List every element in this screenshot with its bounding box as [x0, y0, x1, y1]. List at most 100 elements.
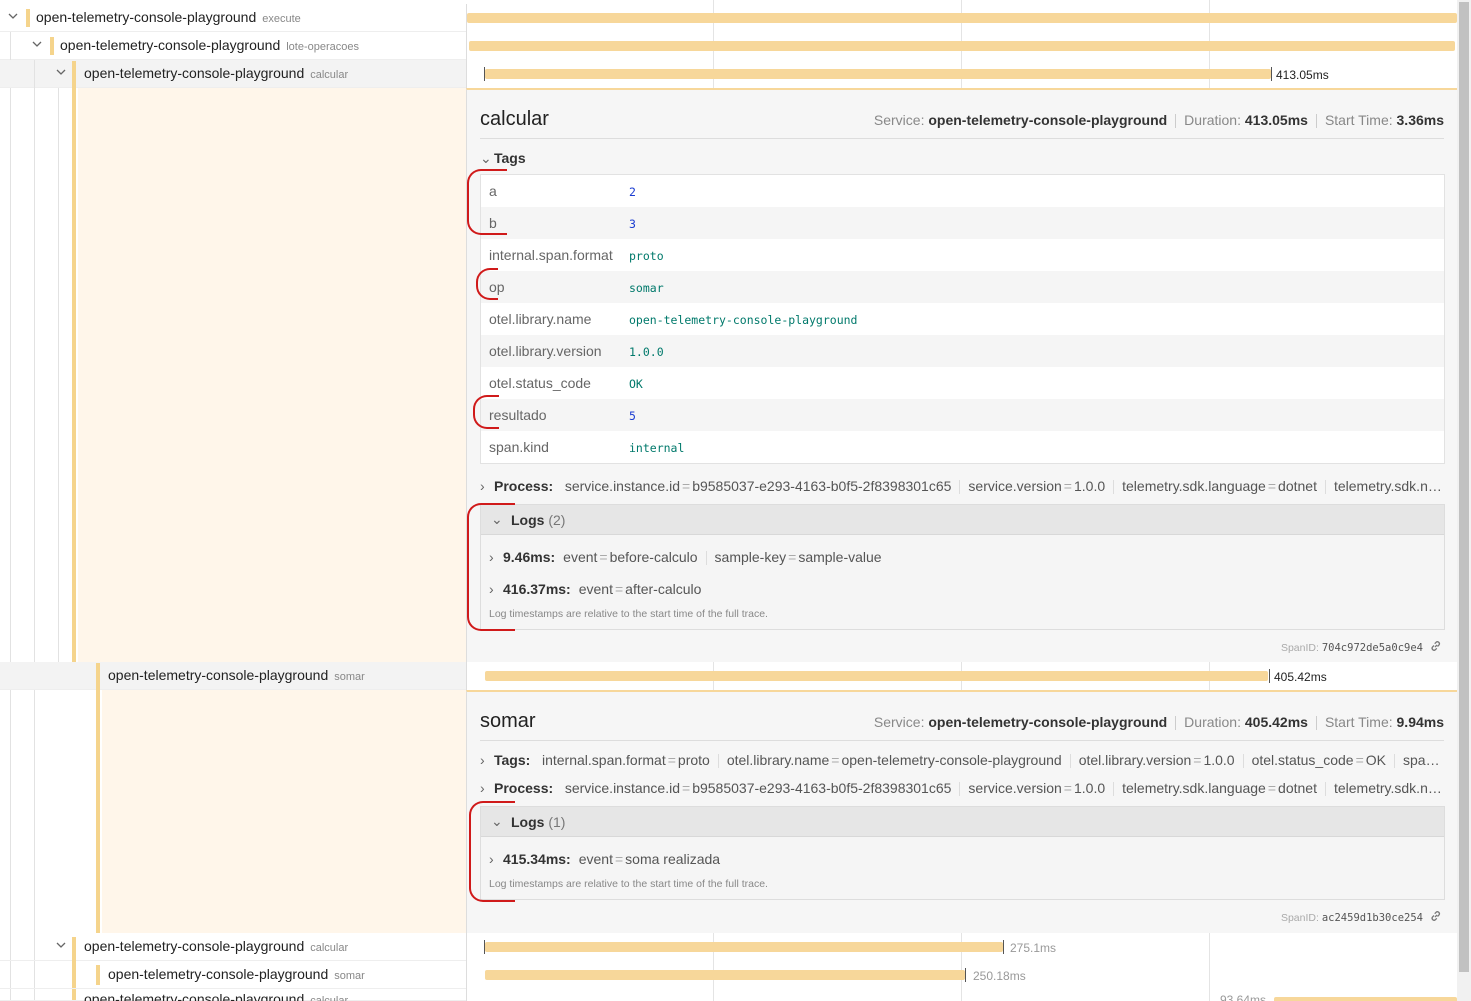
chevron-down-icon[interactable] [53, 66, 69, 82]
span-bar[interactable] [467, 13, 1457, 23]
service-label: Service: [873, 714, 925, 730]
service-color-bar [50, 37, 54, 55]
span-detail-title: somar [480, 710, 536, 732]
tag-value: OK [629, 377, 643, 391]
service-name: open-telemetry-console-playground [108, 667, 329, 683]
logs-count: (1) [548, 814, 566, 830]
operation-name: execute [262, 13, 301, 25]
span-duration: 250.18ms [973, 969, 1026, 983]
operation-name: somar [334, 671, 365, 683]
chevron-down-icon: ⌄ [480, 150, 492, 166]
span-name[interactable]: open-telemetry-console-playground somar [108, 966, 365, 982]
link-icon[interactable] [1429, 909, 1443, 923]
span-name[interactable]: open-telemetry-console-playground calcula… [84, 65, 348, 81]
service-color-bar [72, 61, 76, 662]
tree-guide [58, 88, 59, 662]
tag-value: internal [629, 441, 685, 455]
span-duration: 413.05ms [1276, 68, 1329, 82]
span-detail-meta: Service: open-telemetry-console-playgrou… [873, 714, 1444, 731]
duration-value: 413.05ms [1244, 112, 1308, 128]
service-name: open-telemetry-console-playground [36, 9, 257, 25]
tag-value: 3 [629, 217, 636, 231]
span-end-tick [1003, 940, 1004, 954]
tags-table: a2 b3 internal.span.format proto op somar … [480, 174, 1445, 464]
span-bar[interactable] [485, 69, 1271, 79]
span-name[interactable]: open-telemetry-console-playground execute [36, 9, 301, 25]
detail-indent-area [102, 690, 466, 933]
divider [480, 138, 1444, 139]
tag-row: internal.span.format proto [481, 239, 1444, 271]
link-icon[interactable] [1429, 639, 1443, 653]
operation-name: calcular [310, 69, 349, 81]
process-title: Process: [494, 780, 554, 796]
process-toggle[interactable]: › Process: service.instance.id = b9585037-e… [480, 478, 1444, 495]
tag-row: a2 [481, 175, 1444, 207]
tree-guide [10, 32, 11, 1001]
process-title: Process: [494, 478, 554, 494]
span-detail-title: calcular [480, 108, 549, 130]
tag-row: otel.status_code OK [481, 367, 1444, 399]
start-time-label: Start Time: [1324, 112, 1393, 128]
service-name: open-telemetry-console-playground [84, 65, 305, 81]
service-name: open-telemetry-console-playground [84, 938, 305, 954]
tag-row: resultado 5 [481, 399, 1444, 431]
logs-toggle[interactable]: ⌄ Logs (2) [481, 505, 1444, 535]
span-id: SpanID: 704c972de5a0c9e4 [1280, 642, 1423, 654]
span-duration: 405.42ms [1274, 670, 1327, 684]
tag-row: span.kind internal [481, 431, 1444, 463]
tag-key: otel.status_code [489, 375, 591, 391]
tags-toggle[interactable]: › Tags: internal.span.format = proto otel.li… [480, 752, 1444, 769]
logs-toggle[interactable]: ⌄ Logs (1) [481, 807, 1444, 837]
service-name: open-telemetry-console-playground [60, 37, 281, 53]
log-entry[interactable]: › 9.46ms: event = before-calculo sample-key = s… [489, 549, 882, 566]
span-end-tick [1269, 669, 1270, 683]
span-name[interactable]: open-telemetry-console-playground lote-op… [60, 37, 359, 53]
span-end-tick [965, 968, 966, 982]
span-row-partial: open-telemetry-console-playground calcula… [0, 989, 1457, 1001]
span-bar[interactable] [1274, 997, 1457, 1001]
span-bar[interactable] [485, 942, 1003, 952]
tags-toggle[interactable]: ⌄ Tags [480, 150, 1444, 167]
tag-value: somar [629, 281, 664, 295]
chevron-down-icon[interactable] [5, 10, 21, 26]
logs-panel: ⌄ Logs (1) › 415.34ms: event = soma realizad… [480, 806, 1445, 900]
tags-kv: internal.span.format = proto otel.library.n… [541, 752, 1444, 769]
scrollbar-thumb[interactable] [1459, 2, 1469, 972]
operation-name: lote-operacoes [286, 41, 360, 53]
tree-guide [34, 60, 35, 1001]
span-duration: 93.64ms [1220, 993, 1267, 1001]
annotation-bracket [467, 503, 515, 631]
tag-key: span.kind [489, 439, 549, 455]
tag-value: 5 [629, 409, 636, 423]
service-value: open-telemetry-console-playground [928, 714, 1168, 730]
process-toggle[interactable]: › Process: service.instance.id = b9585037-e… [480, 780, 1444, 797]
scrollbar[interactable] [1457, 0, 1471, 1001]
logs-note: Log timestamps are relative to the start… [489, 878, 768, 890]
span-bar[interactable] [469, 41, 1455, 51]
log-entry[interactable]: › 416.37ms: event = after-calculo [489, 581, 701, 597]
chevron-right-icon: › [480, 752, 485, 768]
chevron-down-icon[interactable] [29, 38, 45, 54]
service-value: open-telemetry-console-playground [928, 112, 1168, 128]
service-name: open-telemetry-console-playground [108, 966, 329, 982]
annotation-bracket [476, 268, 498, 300]
span-name[interactable]: open-telemetry-console-playground calcula… [84, 938, 348, 954]
tag-value: open-telemetry-console-playground [629, 313, 858, 327]
span-bar[interactable] [485, 671, 1268, 681]
chevron-down-icon[interactable] [53, 939, 69, 955]
process-kv: service.instance.id = b9585037-e293-4163-b… [564, 478, 1444, 495]
operation-name: calcular [310, 995, 349, 1001]
span-bar[interactable] [485, 970, 965, 980]
logs-count: (2) [548, 512, 566, 528]
span-name[interactable]: open-telemetry-console-playground calcula… [84, 991, 348, 1001]
annotation-bracket [467, 169, 507, 235]
log-entry[interactable]: › 415.34ms: event = soma realizada [489, 851, 720, 867]
tag-value: proto [629, 249, 664, 263]
divider [480, 740, 1444, 741]
span-name[interactable]: open-telemetry-console-playground somar [108, 667, 365, 683]
annotation-bracket [469, 801, 515, 902]
tag-value: 1.0.0 [629, 345, 664, 359]
tag-key: internal.span.format [489, 247, 613, 263]
span-detail-somar: somar Service: open-telemetry-console-pl… [466, 690, 1457, 933]
service-color-bar [26, 9, 30, 27]
